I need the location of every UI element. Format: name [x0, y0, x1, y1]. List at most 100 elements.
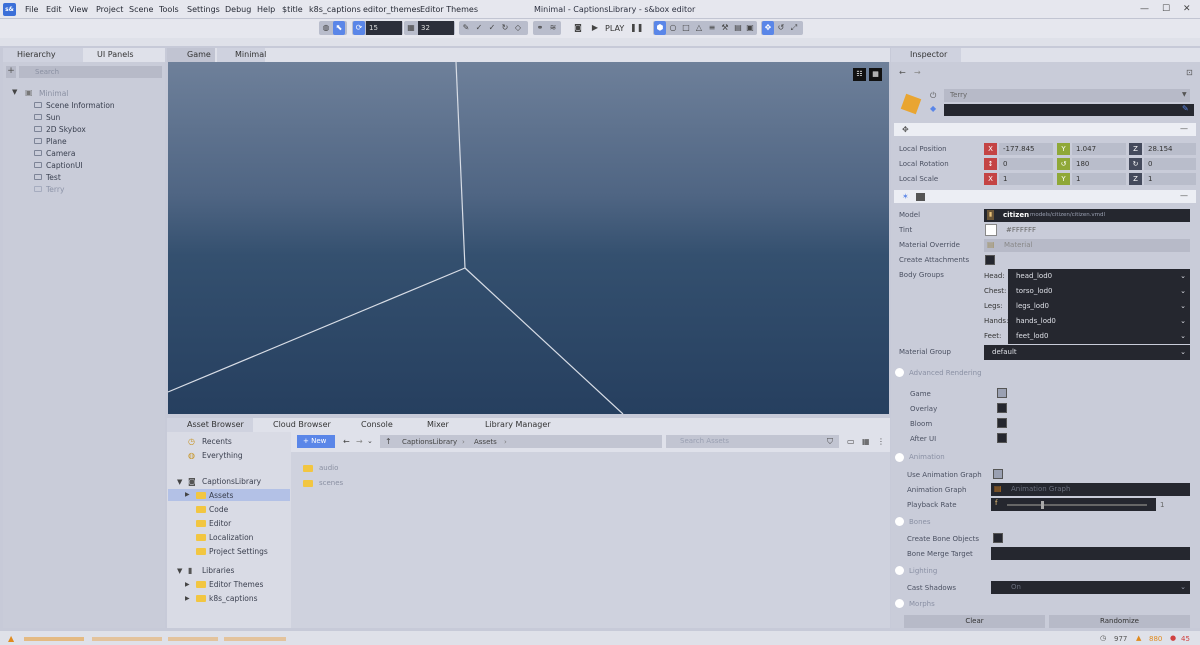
render-game-checkbox[interactable]	[997, 388, 1007, 398]
create-bone-objects-checkbox[interactable]	[993, 533, 1003, 543]
add-object-button[interactable]: +	[6, 66, 16, 78]
angle-snap-field[interactable]: 15	[366, 21, 402, 35]
hierarchy-item-scene-information[interactable]: Scene Information	[46, 101, 115, 110]
rotate-snap-icon[interactable]: ⟳	[353, 21, 365, 35]
menu-file[interactable]: File	[25, 5, 38, 14]
tree-folder-project-settings[interactable]: Project Settings	[209, 547, 268, 556]
animation-graph-field[interactable]: Animation Graph	[991, 483, 1190, 496]
tab-console[interactable]: Console	[347, 418, 407, 432]
tint-swatch[interactable]	[985, 224, 997, 236]
check-alt-icon[interactable]: ✓	[486, 21, 498, 35]
gamepad-icon[interactable]: ◙	[572, 21, 584, 35]
menu-scene[interactable]: Scene	[129, 5, 153, 14]
globe-icon[interactable]: ◍	[320, 21, 332, 35]
scale-x-field[interactable]: 1	[999, 173, 1053, 185]
use-animation-graph-checkbox[interactable]	[993, 469, 1003, 479]
view-options-icon[interactable]: ☷	[853, 68, 866, 81]
chevron-right-icon[interactable]: ▶	[185, 491, 190, 498]
tree-libraries[interactable]: Libraries	[202, 566, 234, 575]
component-toggle-icon[interactable]	[916, 193, 925, 201]
menu-title-var[interactable]: $title	[282, 5, 303, 14]
more-icon[interactable]: ⋮	[877, 437, 885, 446]
object-name-input[interactable]: Terry	[944, 89, 1190, 102]
menu-settings[interactable]: Settings	[187, 5, 220, 14]
warning-icon[interactable]: ▲	[8, 634, 14, 643]
animation-toggle[interactable]	[895, 453, 904, 462]
rotation-y-field[interactable]: 180	[1072, 158, 1126, 170]
transform-header[interactable]	[894, 123, 1196, 136]
shape-icon[interactable]: ◇	[512, 21, 524, 35]
move-icon[interactable]: ✥	[762, 21, 774, 35]
asset-search-input[interactable]: Search Assets	[666, 435, 839, 448]
cursor-icon[interactable]: ⬉	[333, 21, 345, 35]
menu-editor-themes-lower[interactable]: editor_themes	[363, 5, 421, 14]
tab-mixer[interactable]: Mixer	[413, 418, 463, 432]
rotate-icon[interactable]: ↺	[775, 21, 787, 35]
power-icon[interactable]: ⏻	[930, 91, 936, 101]
hierarchy-item-captionui[interactable]: CaptionUI	[46, 161, 83, 170]
breadcrumb-assets[interactable]: Assets	[474, 438, 497, 446]
tree-library-editor-themes[interactable]: Editor Themes	[209, 580, 263, 589]
body-group-head-select[interactable]: head_lod0 ⌄	[1008, 269, 1190, 284]
hierarchy-item-terry[interactable]: Terry	[46, 185, 64, 194]
error-count-icon[interactable]: ●	[1170, 634, 1176, 642]
model-component-header[interactable]	[894, 190, 1196, 203]
menu-k8s-captions[interactable]: k8s_captions	[309, 5, 361, 14]
model-field[interactable]: ▮ citizen models/citizen/citizen.vmdl	[984, 209, 1190, 222]
position-x-field[interactable]: -177.845	[999, 143, 1053, 155]
hierarchy-item-camera[interactable]: Camera	[46, 149, 75, 158]
collapse-icon[interactable]: —	[1180, 124, 1188, 133]
grid-view-icon[interactable]: ▦	[862, 437, 870, 446]
hierarchy-item-2d-skybox[interactable]: 2D Skybox	[46, 125, 86, 134]
hierarchy-item-test[interactable]: Test	[46, 173, 61, 182]
body-group-chest-select[interactable]: torso_lod0 ⌄	[1008, 284, 1190, 299]
forward-arrow-icon[interactable]: →	[356, 437, 363, 446]
grid-size-field[interactable]: 32	[418, 21, 454, 35]
check-icon[interactable]: ✓	[473, 21, 485, 35]
up-arrow-icon[interactable]: ↑	[385, 437, 392, 446]
morphs-toggle[interactable]	[895, 599, 904, 608]
scene-root[interactable]: Minimal	[39, 89, 68, 98]
rotation-z-field[interactable]: 0	[1144, 158, 1196, 170]
chevron-right-icon[interactable]: ▶	[185, 581, 190, 588]
menu-project[interactable]: Project	[96, 5, 123, 14]
position-z-field[interactable]: 28.154	[1144, 143, 1196, 155]
advanced-rendering-toggle[interactable]	[895, 368, 904, 377]
lock-icon[interactable]: ⊡	[1186, 68, 1193, 77]
menu-view[interactable]: View	[69, 5, 88, 14]
folder-view-icon[interactable]: ▭	[847, 437, 855, 446]
chevron-right-icon[interactable]: ▶	[185, 595, 190, 602]
render-bloom-checkbox[interactable]	[997, 418, 1007, 428]
breadcrumb-captionslibrary[interactable]: CaptionsLibrary	[402, 438, 457, 446]
stack-icon[interactable]: ▤	[732, 21, 744, 35]
tree-folder-code[interactable]: Code	[209, 505, 228, 514]
minimize-icon[interactable]: —	[1140, 4, 1149, 14]
material-group-select[interactable]: default ⌄	[984, 345, 1190, 360]
forward-arrow-icon[interactable]: →	[914, 68, 921, 77]
tab-asset-browser[interactable]: Asset Browser	[167, 418, 253, 432]
pencil-icon[interactable]: ✎	[460, 21, 472, 35]
menu-debug[interactable]: Debug	[225, 5, 251, 14]
scale-icon[interactable]: ⤢	[788, 21, 800, 35]
scale-z-field[interactable]: 1	[1144, 173, 1196, 185]
file-audio[interactable]: audio	[319, 464, 338, 472]
tab-cloud-browser[interactable]: Cloud Browser	[259, 418, 335, 432]
body-group-feet-select[interactable]: feet_lod0 ⌄	[1008, 329, 1190, 344]
play-label[interactable]: PLAY	[605, 24, 624, 33]
wifi-icon[interactable]: ≋	[547, 21, 559, 35]
hammer-icon[interactable]: ⚒	[719, 21, 731, 35]
circle-icon[interactable]: ○	[667, 21, 679, 35]
material-override-field[interactable]: Material	[984, 239, 1190, 252]
clear-button[interactable]: Clear	[904, 615, 1045, 628]
tree-everything[interactable]: Everything	[202, 451, 243, 460]
render-overlay-checkbox[interactable]	[997, 403, 1007, 413]
play-icon[interactable]: ▶	[589, 21, 601, 35]
chevron-down-icon[interactable]: ▼	[177, 567, 182, 575]
file-scenes[interactable]: scenes	[319, 479, 343, 487]
create-attachments-checkbox[interactable]	[985, 255, 995, 265]
bones-toggle[interactable]	[895, 517, 904, 526]
collapse-icon[interactable]: —	[1180, 191, 1188, 200]
menu-edit[interactable]: Edit	[46, 5, 62, 14]
scale-y-field[interactable]: 1	[1072, 173, 1126, 185]
tree-folder-localization[interactable]: Localization	[209, 533, 253, 542]
